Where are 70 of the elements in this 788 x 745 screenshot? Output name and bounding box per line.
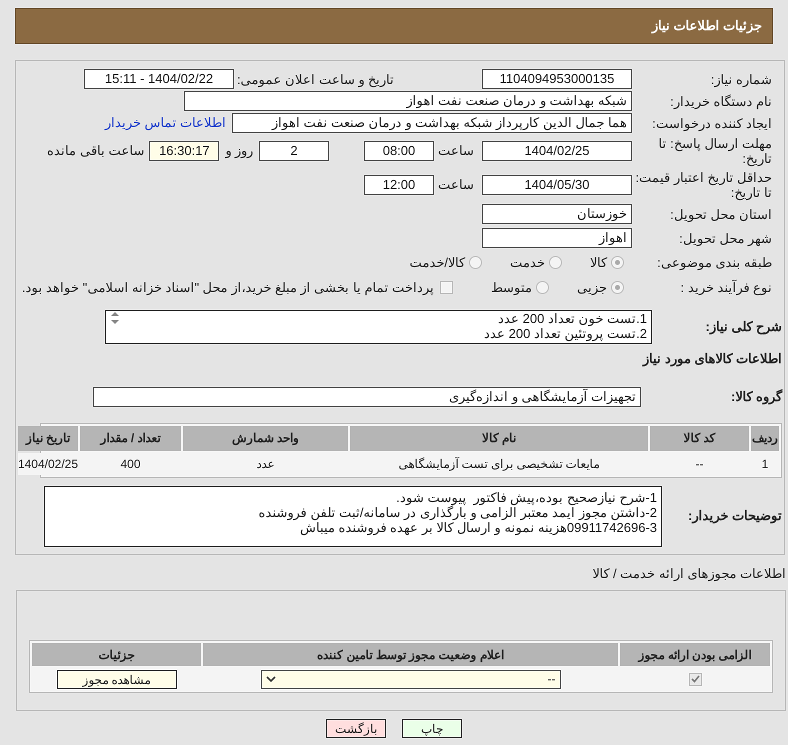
field-label: مهلت ارسال پاسخ: تا تاریخ: [658,136,772,166]
radio-label: جزیی [577,278,607,298]
radio-button[interactable] [536,281,549,294]
field-label: نام دستگاه خریدار: [669,94,772,108]
notes-line: 2-داشتن مجوز ایمد معتبر الزامی و بارگذاری در سامانه/ثبت تلفن فروشنده [258,504,657,520]
checkbox-label: پرداخت تمام یا بخشی از مبلغ خرید،از محل "اسناد خزانه اسلامی" خواهد بود. [22,278,434,298]
notes-textarea[interactable]: 1-شرح نیازصحیح بوده،پیش فاکتور پیوست شود. 2-داشتن مجوز ایمد معتبر الزامی و بارگذاری در سامانه/ثبت تلفن فروشنده 09911742696-3هزینه نمونه و ارسال کالا بر عهده فروشنده میباش [44,486,662,546]
radio-label: خدمت [510,254,545,272]
field-label: گروه کالا: [730,388,782,406]
description-line: 1.تست خون تعداد 200 عدد [496,311,647,326]
text-field[interactable]: تجهیزات آزمایشگاهی و اندازه‌گیری [93,386,641,406]
field-label: طبقه بندی موضوعی: [656,255,772,270]
status-dropdown[interactable]: -- [260,670,560,688]
text-field[interactable]: اهواز [482,228,632,248]
print-button[interactable]: چاپ [402,719,462,738]
column-header: ردیف [751,426,779,450]
column-header: تاریخ نیاز [18,426,78,450]
back-button[interactable]: بازگشت [326,719,386,738]
field-label: نوع فرآیند خرید : [680,280,772,295]
field-label: توضیحات خریدار: [687,507,782,526]
column-header: واحد شمارش [183,426,348,450]
field-label: شرح کلی نیاز: [704,318,782,336]
radio-button[interactable] [549,256,562,269]
radio-label: کالا [590,254,607,272]
view-license-button[interactable]: مشاهده مجوز [56,670,176,688]
column-header: تعداد / مقدار [80,426,181,450]
column-header: کد کالا [650,426,749,450]
column-header: اعلام وضعیت مجوز توسط تامین کننده [203,643,618,666]
text-field[interactable]: 1404/02/25 [482,141,632,161]
radio-label: متوسط [491,278,532,298]
text-field[interactable]: 1404/05/30 [482,175,632,195]
radio-button[interactable] [611,256,624,269]
field-label: حداقل تاریخ اعتبار قیمت: تا تاریخ: [634,170,772,200]
field-label: شماره نیاز: [710,72,772,86]
field-label: شهر محل تحویل: [678,230,772,246]
scroll-arrows-icon [110,311,120,325]
contact-link[interactable]: اطلاعات تماس خریدار [104,113,226,133]
radio-button[interactable] [469,256,482,269]
time-label: ساعت [437,176,474,194]
checkbox[interactable] [440,281,453,294]
radio-button[interactable] [611,281,624,294]
text-field[interactable]: 12:00 [364,175,434,195]
checkmark-icon [690,675,700,683]
text-field[interactable]: هما جمال الدین کارپرداز شبکه بهداشت و درمان صنعت نفت اهواز [232,113,632,133]
text-field[interactable]: 1404/02/22 - 15:11 [84,69,234,89]
text-field[interactable]: 08:00 [364,141,434,161]
field-label: تاریخ و ساعت اعلان عمومی: [236,72,394,86]
section-title: اطلاعات مجوزهای ارائه خدمت / کالا [592,566,786,581]
time-label: ساعت [437,142,474,160]
radio-label: کالا/خدمت [409,254,465,272]
column-header: نام کالا [350,426,648,450]
text-field[interactable]: 1104094953000135 [482,69,632,89]
text-field[interactable]: 16:30:17 [149,141,220,161]
description-line: 2.تست پروتئین تعداد 200 عدد [484,326,647,341]
field-label: ایجاد کننده درخواست: [651,116,772,130]
notes-line: 1-شرح نیازصحیح بوده،پیش فاکتور پیوست شود. [395,490,657,504]
text-field[interactable]: خوزستان [482,204,632,224]
field-label: استان محل تحویل: [669,206,772,222]
column-header: الزامی بودن ارائه مجوز [620,643,770,666]
table-cell: 1404/02/25 [18,452,78,474]
chevron-down-icon [266,676,276,682]
text-field[interactable]: 2 [259,141,329,161]
days-label: روز و [225,142,253,160]
column-header: جزئیات [32,643,201,666]
description-textarea[interactable]: 1.تست خون تعداد 200 عدد 2.تست پروتئین تعداد 200 عدد [105,310,652,344]
text-field[interactable]: شبکه بهداشت و درمان صنعت نفت اهواز [184,91,632,111]
page-title: جزئیات اطلاعات نیاز [652,17,762,36]
section-title: اطلاعات کالاهای مورد نیاز [641,350,782,368]
notes-line: 09911742696-3هزینه نمونه و ارسال کالا بر عهده فروشنده میباش [300,520,657,534]
remaining-label: ساعت باقی مانده [47,142,144,160]
